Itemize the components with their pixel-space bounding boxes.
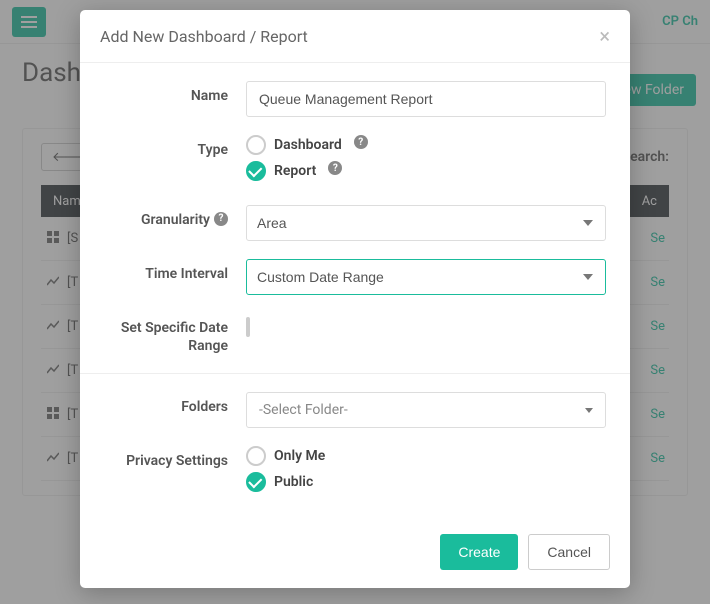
type-dashboard-label: Dashboard [274, 137, 342, 153]
create-button[interactable]: Create [440, 534, 518, 570]
label-time-interval: Time Interval [104, 259, 246, 295]
label-specific-date: Set Specific Date Range [104, 313, 246, 355]
privacy-onlyme-label: Only Me [274, 448, 325, 464]
type-dashboard-radio[interactable] [246, 135, 266, 155]
label-folders: Folders [104, 392, 246, 428]
cancel-button[interactable]: Cancel [528, 534, 610, 570]
label-name: Name [104, 81, 246, 117]
divider [80, 373, 630, 374]
label-privacy: Privacy Settings [104, 446, 246, 498]
folder-placeholder: -Select Folder- [259, 402, 348, 418]
help-icon[interactable]: ? [354, 135, 368, 149]
folder-select[interactable]: -Select Folder- [246, 392, 606, 428]
name-input[interactable] [246, 81, 606, 117]
modal-footer: Create Cancel [80, 520, 630, 588]
specific-date-checkbox[interactable] [246, 317, 250, 337]
type-report-radio[interactable] [246, 161, 266, 181]
label-granularity: Granularity? [104, 205, 246, 241]
type-report-label: Report [274, 163, 316, 179]
help-icon[interactable]: ? [328, 161, 342, 175]
granularity-select[interactable]: Area [246, 205, 606, 241]
modal-title: Add New Dashboard / Report [100, 27, 308, 46]
modal-header: Add New Dashboard / Report × [80, 10, 630, 63]
time-interval-select[interactable]: Custom Date Range [246, 259, 606, 295]
privacy-public-radio[interactable] [246, 472, 266, 492]
add-dashboard-modal: Add New Dashboard / Report × Name Type D… [80, 10, 630, 588]
privacy-public-label: Public [274, 474, 313, 490]
help-icon[interactable]: ? [214, 212, 228, 226]
chevron-down-icon [585, 408, 593, 413]
label-type: Type [104, 135, 246, 187]
privacy-onlyme-radio[interactable] [246, 446, 266, 466]
close-icon[interactable]: × [599, 26, 610, 46]
